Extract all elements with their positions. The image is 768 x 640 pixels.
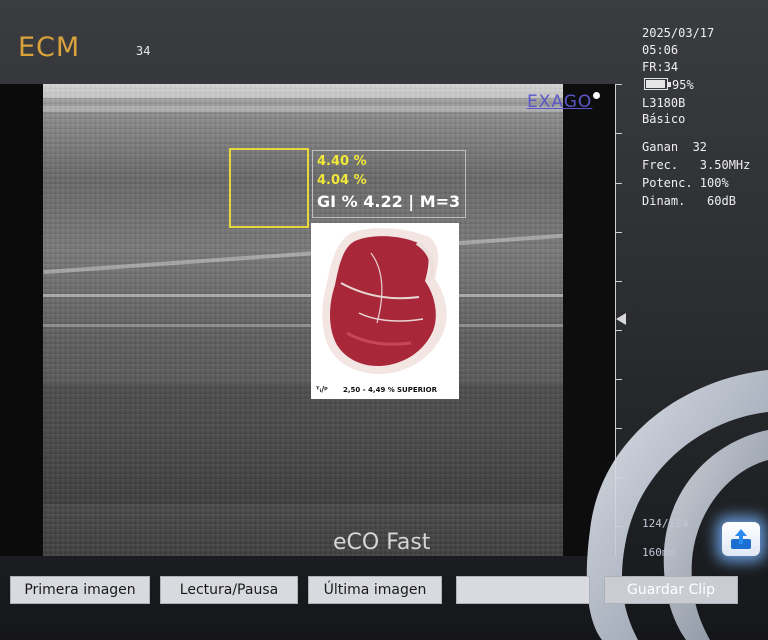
marbling-reference-card: ᵀᵢ/ᵖ 2,50 - 4,49 % SUPERIOR (311, 223, 459, 399)
first-image-button[interactable]: Primera imagen (10, 576, 150, 604)
focus-marker-icon[interactable] (616, 313, 626, 325)
last-image-button[interactable]: Última imagen (308, 576, 442, 604)
depth-tick (616, 84, 622, 85)
beef-steak-icon (322, 228, 447, 375)
date: 2025/03/17 (642, 26, 715, 40)
ultrasound-screen: ECM 34 EXAGO 4.40 % 4.04 % GI % 4.22 | M… (0, 0, 768, 640)
frame-number: 34 (136, 44, 151, 58)
battery-percent: 95% (672, 78, 694, 92)
card-grade: SUPERIOR (397, 386, 437, 394)
measurement-2: 4.04 % (317, 173, 367, 188)
export-button[interactable] (722, 522, 760, 556)
battery-icon (644, 78, 671, 90)
logo-dot-icon (593, 92, 601, 99)
time: 05:06 (642, 43, 679, 57)
dynamic-param: Dinam. 60dB (642, 194, 736, 208)
image-band (43, 233, 563, 275)
depth-tick (616, 281, 622, 282)
empty-button[interactable] (456, 576, 590, 604)
frame-rate: FR:34 (642, 60, 679, 74)
gi-result: GI % 4.22 | M=3 (317, 192, 461, 211)
freq-param: Frec. 3.50MHz (642, 158, 751, 172)
frame-counter: 124/124 (642, 517, 689, 530)
brand-logo: ECM (18, 32, 81, 63)
preset: Básico (642, 112, 686, 126)
image-band (43, 324, 563, 327)
upload-icon (731, 529, 751, 549)
save-clip-button[interactable]: Guardar Clip (604, 576, 738, 604)
battery-nub (668, 82, 671, 87)
image-band (43, 84, 563, 98)
image-band (43, 106, 563, 112)
gain-param: Ganan 32 (642, 140, 708, 154)
card-mark: ᵀᵢ/ᵖ (316, 385, 328, 394)
depth-tick (616, 232, 622, 233)
measurement-1: 4.40 % (317, 154, 367, 169)
power-param: Potenc. 100% (642, 176, 729, 190)
result-panel: 4.40 % 4.04 % GI % 4.22 | M=3 (312, 150, 466, 218)
exago-watermark: EXAGO (527, 92, 601, 112)
depth-tick (616, 330, 622, 331)
depth-tick (616, 133, 622, 134)
exago-text: EXAGO (527, 92, 593, 112)
play-pause-button[interactable]: Lectura/Pausa (160, 576, 298, 604)
mode-label: eCO Fast (333, 530, 431, 555)
depth-value: 160mm (642, 546, 676, 559)
image-band (43, 384, 563, 504)
bottom-toolbar: Primera imagen Lectura/Pausa Última imag… (0, 572, 768, 608)
image-left-margin (0, 84, 43, 556)
roi-box[interactable] (229, 148, 309, 228)
battery-fill (646, 80, 665, 88)
depth-tick (616, 183, 622, 184)
top-bar: ECM 34 (0, 0, 640, 84)
probe-model: L3180B (642, 96, 686, 110)
image-band (43, 294, 563, 297)
card-range: 2,50 - 4,49 % (343, 386, 395, 394)
